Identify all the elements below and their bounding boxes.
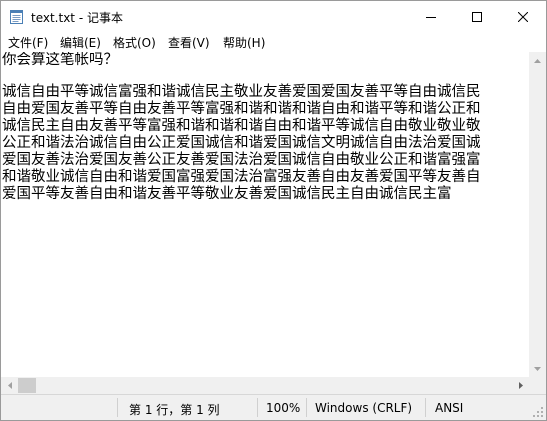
text-line: 爱国友善法治爱国友善公正友善爱国法治爱国诚信自由敬业公正和谐富强富 xyxy=(2,152,481,168)
text-line: 公正和谐法治诚信自由公正爱国诚信和谐爱国诚信文明诚信自由法治爱国诚 xyxy=(2,135,481,151)
minimize-button[interactable] xyxy=(408,1,454,32)
zoom-level: 100% xyxy=(266,401,301,415)
menu-file[interactable]: 文件(F) xyxy=(8,34,48,51)
menu-view[interactable]: 查看(V) xyxy=(168,34,210,51)
menu-bar: 文件(F) 编辑(E) 格式(O) 查看(V) 帮助(H) xyxy=(1,32,546,52)
horizontal-scroll-thumb[interactable] xyxy=(18,378,36,393)
chevron-right-icon xyxy=(518,382,523,389)
close-icon xyxy=(518,11,528,22)
chevron-down-icon xyxy=(534,366,541,371)
status-divider xyxy=(425,398,426,417)
text-line: 自由爱国友善平等自由友善平等富强和谐和谐和谐自由和谐平等和谐公正和 xyxy=(2,101,481,117)
menu-help[interactable]: 帮助(H) xyxy=(223,34,265,51)
menu-format[interactable]: 格式(O) xyxy=(113,34,156,51)
status-divider xyxy=(306,398,307,417)
notepad-window: text.txt - 记事本 文件(F) 编辑(E) 格式(O) 查看(V) 帮… xyxy=(0,0,547,421)
text-line: 你会算这笔帐吗？ xyxy=(2,52,118,68)
maximize-button[interactable] xyxy=(454,1,500,32)
scroll-left-button[interactable] xyxy=(1,377,18,394)
vertical-scrollbar[interactable] xyxy=(529,52,546,377)
horizontal-scrollbar[interactable] xyxy=(1,377,529,394)
resize-grip-icon[interactable] xyxy=(533,407,543,417)
status-bar: 第 1 行，第 1 列 100% Windows (CRLF) ANSI xyxy=(1,394,546,420)
cursor-position: 第 1 行，第 1 列 xyxy=(129,403,220,417)
status-divider xyxy=(117,398,118,417)
notepad-icon xyxy=(10,10,23,24)
text-line: 诚信自由平等诚信富强和谐诚信民主敬业友善爱国爱国友善平等自由诚信民 xyxy=(2,84,481,100)
maximize-icon xyxy=(472,11,482,22)
close-button[interactable] xyxy=(500,1,546,32)
minimize-icon xyxy=(426,16,436,18)
text-line: 诚信民主自由友善平等富强和谐和谐和谐自由和谐平等诚信自由敬业敬业敬 xyxy=(2,118,481,134)
encoding: ANSI xyxy=(435,401,464,415)
line-ending: Windows (CRLF) xyxy=(315,401,413,415)
scrollbar-corner xyxy=(529,377,546,394)
window-title: text.txt - 记事本 xyxy=(31,11,123,25)
text-line: 和谐敬业诚信自由和谐爱国富强爱国法治富强友善自由友善爱国平等友善自 xyxy=(2,169,481,185)
title-bar[interactable]: text.txt - 记事本 xyxy=(1,1,546,32)
text-editor-area[interactable]: 你会算这笔帐吗？ 诚信自由平等诚信富强和谐诚信民主敬业友善爱国爱国友善平等自由诚… xyxy=(1,52,529,377)
scroll-up-button[interactable] xyxy=(529,52,546,69)
text-line: 爱国平等友善自由和谐友善平等敬业友善爱国诚信民主自由诚信民主富 xyxy=(2,186,452,202)
scroll-right-button[interactable] xyxy=(512,377,529,394)
status-divider xyxy=(257,398,258,417)
menu-edit[interactable]: 编辑(E) xyxy=(60,34,101,51)
chevron-left-icon xyxy=(7,382,12,389)
chevron-up-icon xyxy=(534,58,541,63)
scroll-down-button[interactable] xyxy=(529,360,546,377)
